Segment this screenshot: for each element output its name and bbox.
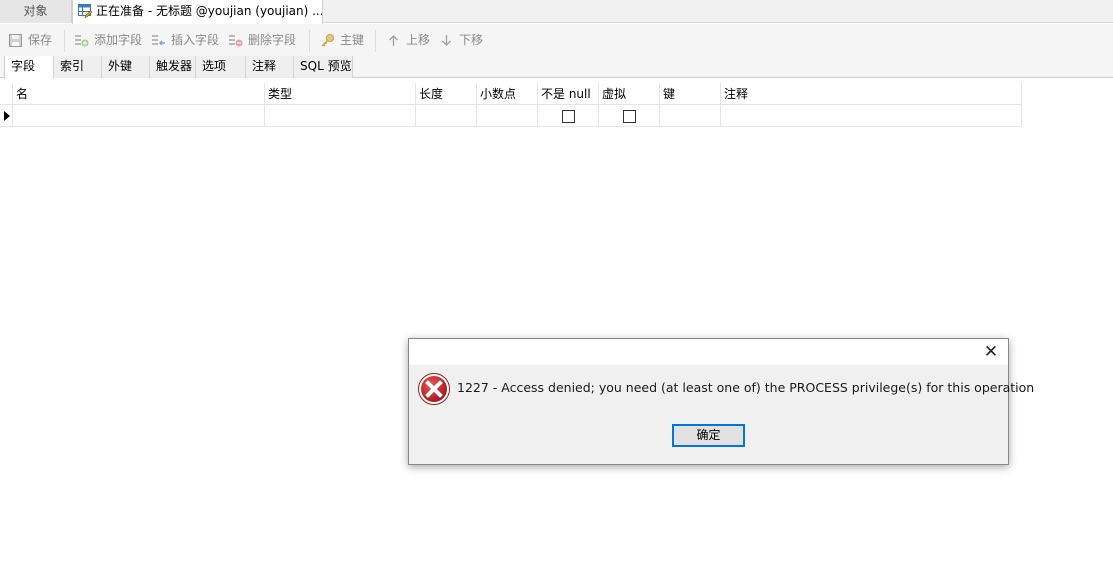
dialog-body: 1227 - Access denied; you need (at least… [409,365,1034,464]
delete-field-icon [229,35,243,47]
tab-options[interactable]: 选项 [196,56,246,78]
error-message: 1227 - Access denied; you need (at least… [457,380,1035,395]
tab-triggers[interactable]: 触发器 [150,56,196,78]
save-label: 保存 [28,33,53,47]
fields-grid: 名 类型 长度 小数点 不是 null 虚拟 键 注释 [0,83,1022,127]
cell-type[interactable] [265,105,416,127]
toolbar-divider [375,30,376,52]
cell-comment[interactable] [721,105,1022,127]
document-tab-bar: 对象 正在准备 - 无标题 @youjian (youjian) ... [0,0,1113,24]
row-indicator-header [0,83,13,105]
tab-sql-preview[interactable]: SQL 预览 [294,56,353,78]
delete-field-button[interactable]: 删除字段 [228,32,296,50]
virtual-checkbox[interactable] [623,110,636,123]
not-null-checkbox[interactable] [562,110,575,123]
insert-field-label: 插入字段 [171,33,220,47]
column-header-not-null[interactable]: 不是 null [538,83,599,105]
tab-comment[interactable]: 注释 [246,56,294,78]
insert-field-icon [152,35,165,46]
tab-objects[interactable]: 对象 [0,0,72,23]
add-field-button[interactable]: 添加字段 [74,32,142,50]
column-header-key[interactable]: 键 [660,83,721,105]
tab-table-designer[interactable]: 正在准备 - 无标题 @youjian (youjian) ... [72,0,323,24]
insert-field-button[interactable]: 插入字段 [151,32,219,50]
column-header-name[interactable]: 名 [13,83,265,105]
toolbar: 保存 添加字段 插入字段 删除字段 主键 上移 下移 [0,24,1113,56]
cell-name[interactable] [13,105,265,127]
save-icon [9,34,22,47]
close-icon[interactable]: ✕ [980,341,1002,363]
column-header-type[interactable]: 类型 [265,83,416,105]
row-indicator [0,105,13,127]
cell-key[interactable] [660,105,721,127]
add-field-label: 添加字段 [94,33,143,47]
add-field-icon [75,35,89,47]
move-up-button[interactable]: 上移 [386,32,430,50]
arrow-up-icon [389,35,398,46]
cell-length[interactable] [416,105,477,127]
cell-decimals[interactable] [477,105,538,127]
column-header-decimals[interactable]: 小数点 [477,83,538,105]
tab-foreign-keys[interactable]: 外键 [102,56,150,78]
move-up-label: 上移 [406,33,431,47]
grid-header: 名 类型 长度 小数点 不是 null 虚拟 键 注释 [0,83,1022,105]
ok-button[interactable]: 确定 [672,424,745,447]
arrow-down-icon [442,35,451,46]
primary-key-label: 主键 [340,33,365,47]
table-designer-window: 对象 正在准备 - 无标题 @youjian (youjian) ... 保存 [0,0,1113,561]
tab-fields[interactable]: 字段 [4,56,54,79]
table-design-icon [78,4,93,18]
cell-virtual [599,105,660,127]
designer-tab-bar: 字段 索引 外键 触发器 选项 注释 SQL 预览 [0,56,1113,79]
column-header-comment[interactable]: 注释 [721,83,1022,105]
save-button[interactable]: 保存 [8,32,52,50]
tab-title: 正在准备 - 无标题 @youjian (youjian) ... [96,4,323,18]
error-icon [418,373,450,405]
current-row-arrow-icon [4,111,10,121]
tab-indexes[interactable]: 索引 [54,56,102,78]
move-down-label: 下移 [459,33,484,47]
key-icon [321,34,334,47]
dialog-titlebar: ✕ [409,339,1008,365]
error-dialog: ✕ 1227 - Access denied; you need (at lea… [408,338,1034,465]
column-header-length[interactable]: 长度 [416,83,477,105]
toolbar-divider [64,30,65,52]
table-row[interactable] [0,105,1022,127]
primary-key-button[interactable]: 主键 [320,32,364,50]
column-header-virtual[interactable]: 虚拟 [599,83,660,105]
delete-field-label: 删除字段 [248,33,297,47]
move-down-button[interactable]: 下移 [439,32,483,50]
cell-not-null [538,105,599,127]
toolbar-divider [309,30,310,52]
